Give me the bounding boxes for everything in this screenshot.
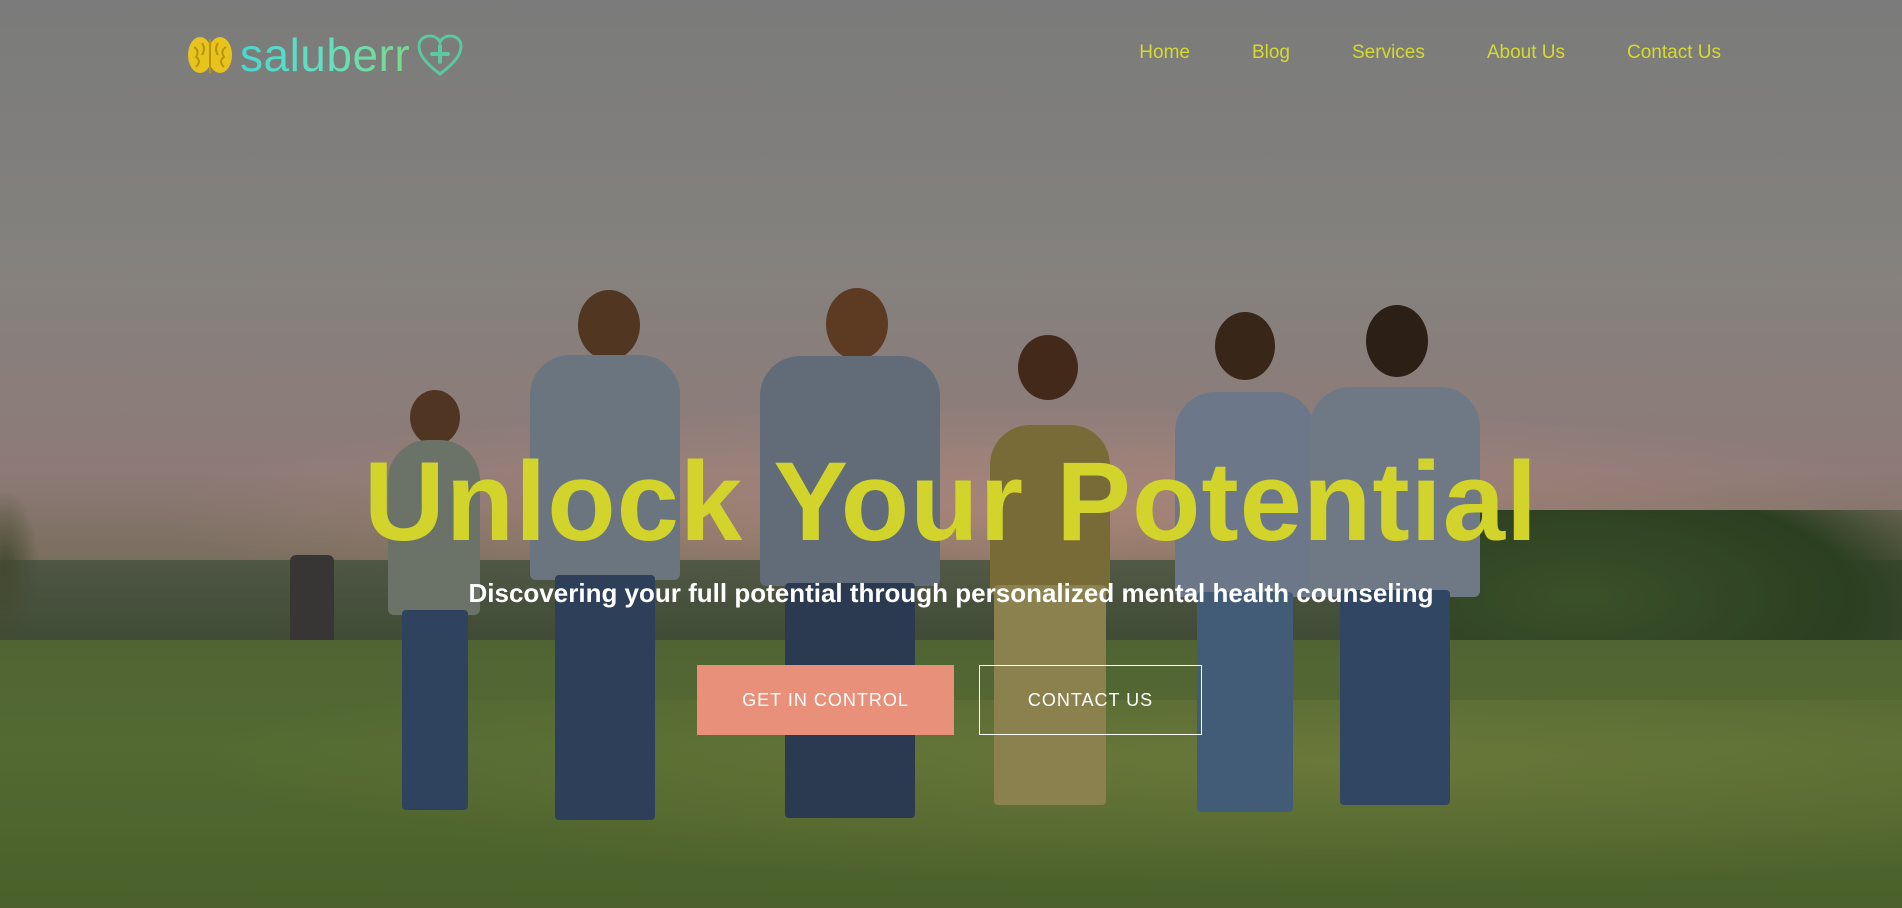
nav-services[interactable]: Services — [1352, 42, 1425, 64]
nav-contact-us[interactable]: Contact Us — [1627, 42, 1721, 64]
hero-subtitle: Discovering your full potential through … — [468, 578, 1434, 608]
nav-about-us[interactable]: About Us — [1487, 42, 1565, 64]
nav-home[interactable]: Home — [1139, 42, 1190, 64]
site-logo[interactable]: saluberr — [186, 32, 464, 78]
contact-us-button[interactable]: CONTACT US — [979, 665, 1202, 735]
brain-icon — [188, 37, 232, 73]
hero-title: Unlock Your Potential — [363, 439, 1539, 564]
get-in-control-button[interactable]: GET IN CONTROL — [697, 665, 954, 735]
logo-wordmark: saluberr — [240, 29, 411, 81]
heart-plus-icon — [417, 34, 463, 76]
hero-section: saluberr Home Blog Services About Us Con… — [0, 0, 1902, 908]
nav-blog[interactable]: Blog — [1252, 42, 1290, 64]
main-nav: Home Blog Services About Us Contact Us — [1139, 42, 1721, 64]
